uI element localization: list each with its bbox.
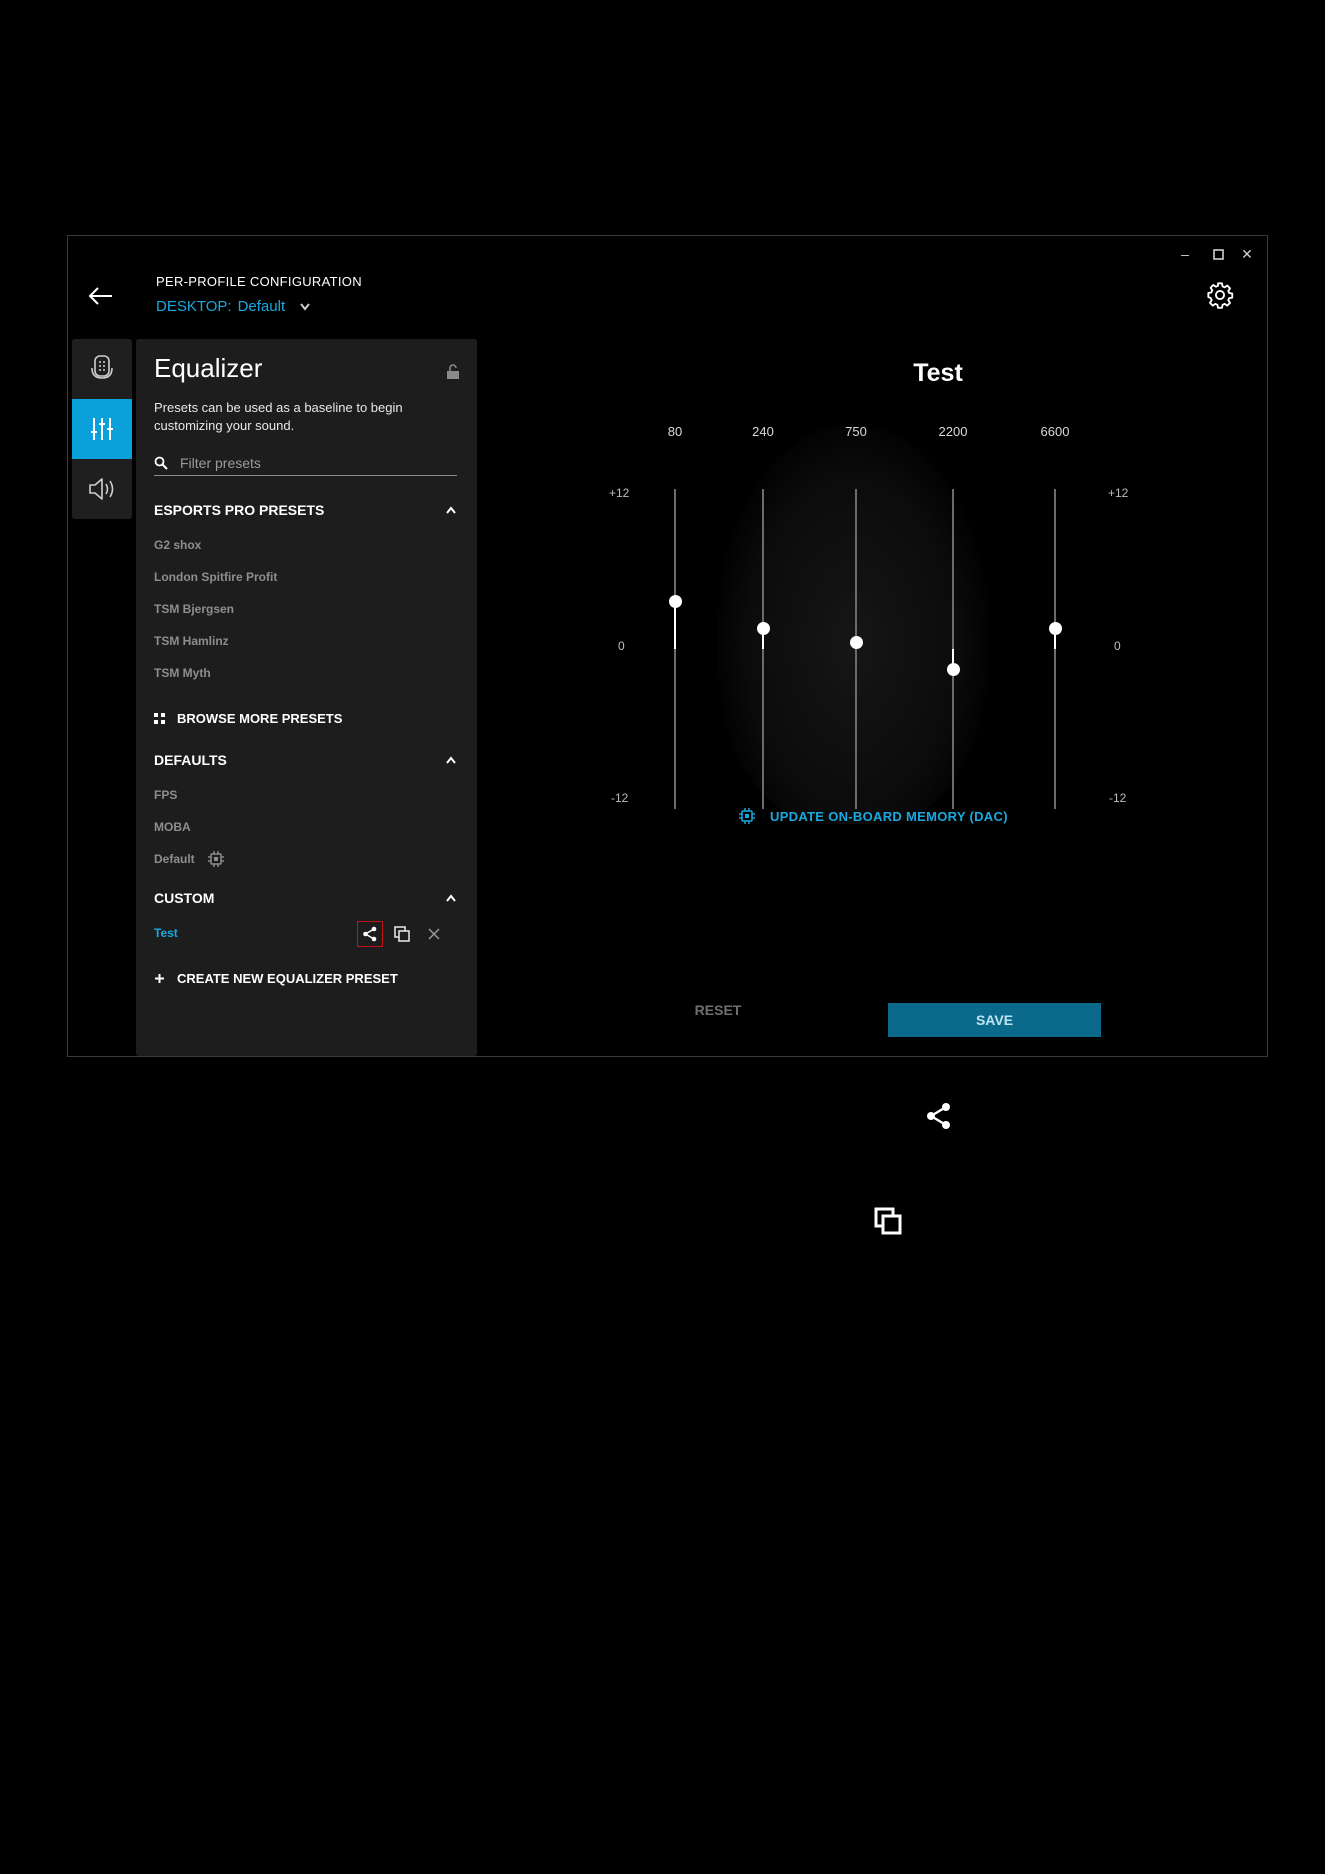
lock-button[interactable]: [446, 364, 460, 385]
plus-icon: [155, 974, 164, 983]
copy-icon: [874, 1207, 902, 1235]
section-esports-header[interactable]: ESPORTS PRO PRESETS: [154, 500, 457, 520]
preset-item[interactable]: London Spitfire Profit: [154, 570, 277, 584]
band-freq-label: 240: [752, 424, 774, 439]
update-onboard-memory-button[interactable]: UPDATE ON-BOARD MEMORY (DAC): [738, 807, 1008, 825]
preset-item-label: Default: [154, 852, 195, 866]
share-icon: [363, 926, 377, 942]
onboard-chip-icon: [739, 808, 755, 824]
section-custom-header[interactable]: CUSTOM: [154, 888, 457, 908]
band-freq-label: 2200: [938, 424, 968, 439]
close-icon: [428, 928, 440, 940]
arrow-left-icon: [88, 287, 112, 305]
preset-item-selected[interactable]: Test: [154, 926, 178, 940]
profile-prefix: DESKTOP:: [156, 298, 232, 315]
filter-presets-input[interactable]: [178, 454, 442, 472]
scale-mid-right: 0: [1114, 639, 1121, 653]
chevron-up-icon: [446, 756, 456, 764]
scale-top-left: +12: [609, 486, 630, 500]
panel-description: Presets can be used as a baseline to beg…: [154, 400, 403, 433]
section-defaults-label: DEFAULTS: [154, 752, 227, 768]
band-freq-label: 6600: [1040, 424, 1070, 439]
scale-bottom-right: -12: [1109, 791, 1127, 805]
create-preset-link[interactable]: CREATE NEW EQUALIZER PRESET: [154, 971, 398, 986]
search-icon: [154, 456, 168, 470]
share-icon-enlarged: [925, 1102, 953, 1135]
section-custom-label: CUSTOM: [154, 890, 215, 906]
onboard-chip-icon: [207, 851, 224, 867]
copy-icon-enlarged: [873, 1206, 903, 1241]
band-slider-fill: [674, 601, 676, 649]
preset-item[interactable]: FPS: [154, 788, 177, 802]
app-window: – ✕ PER-PROFILE CONFIGURATION DESKTOP: D…: [67, 235, 1268, 1057]
preset-item-default[interactable]: Default: [154, 850, 225, 868]
copy-icon: [394, 926, 410, 942]
panel-title: Equalizer: [154, 353, 263, 383]
share-button[interactable]: [357, 921, 383, 947]
unlock-icon: [447, 364, 459, 379]
band-slider-knob[interactable]: [1049, 621, 1062, 635]
preset-item[interactable]: TSM Bjergsen: [154, 602, 234, 616]
tab-microphone[interactable]: [72, 339, 132, 399]
scale-mid-left: 0: [618, 639, 625, 653]
band-slider-knob[interactable]: [757, 621, 770, 635]
settings-button[interactable]: [1206, 281, 1234, 309]
speaker-icon: [89, 478, 114, 500]
preset-item[interactable]: TSM Hamlinz: [154, 634, 229, 648]
preset-item[interactable]: G2 shox: [154, 538, 201, 552]
update-onboard-label: UPDATE ON-BOARD MEMORY (DAC): [770, 808, 1008, 824]
band-slider-track[interactable]: [1054, 489, 1056, 809]
equalizer-sliders-icon: [91, 418, 113, 440]
preset-title: Test: [913, 359, 963, 387]
profile-selector[interactable]: DESKTOP: Default: [156, 298, 311, 315]
chevron-up-icon: [446, 894, 456, 902]
tab-audio[interactable]: [72, 459, 132, 519]
chevron-up-icon: [446, 506, 456, 514]
reset-button[interactable]: RESET: [673, 1002, 763, 1018]
microphone-icon: [91, 355, 113, 379]
section-esports-label: ESPORTS PRO PRESETS: [154, 502, 325, 518]
back-button[interactable]: [86, 284, 116, 308]
share-icon: [927, 1103, 950, 1129]
page-title: PER-PROFILE CONFIGURATION: [156, 274, 362, 289]
band-slider-track[interactable]: [674, 489, 676, 809]
preset-item[interactable]: TSM Myth: [154, 666, 211, 680]
presets-panel: Equalizer Presets can be used as a basel…: [136, 339, 477, 1056]
gear-icon: [1207, 282, 1234, 309]
browse-more-label: BROWSE MORE PRESETS: [177, 711, 343, 726]
preset-item[interactable]: MOBA: [154, 820, 191, 834]
chevron-down-icon: [300, 302, 310, 311]
browse-more-presets-link[interactable]: BROWSE MORE PRESETS: [154, 711, 342, 726]
filter-presets-field: [154, 451, 457, 476]
maximize-icon: [1212, 248, 1224, 260]
tab-equalizer[interactable]: [72, 399, 132, 459]
band-slider-knob[interactable]: [669, 595, 682, 608]
grid-icon: [154, 713, 165, 724]
minimize-button[interactable]: –: [1172, 244, 1198, 264]
side-tabs: [72, 339, 132, 519]
delete-button[interactable]: [422, 922, 446, 946]
band-slider-knob[interactable]: [947, 663, 960, 676]
maximize-button[interactable]: [1205, 244, 1231, 264]
band-freq-label: 80: [667, 424, 683, 439]
close-button[interactable]: ✕: [1234, 244, 1260, 264]
preset-actions: [357, 921, 446, 947]
duplicate-button[interactable]: [390, 922, 414, 946]
band-freq-label: 750: [845, 424, 867, 439]
profile-name: Default: [237, 298, 286, 315]
scale-top-right: +12: [1108, 486, 1129, 500]
create-preset-label: CREATE NEW EQUALIZER PRESET: [177, 971, 398, 986]
section-defaults-header[interactable]: DEFAULTS: [154, 750, 457, 770]
band-slider-track[interactable]: [762, 489, 764, 809]
scale-bottom-left: -12: [611, 791, 629, 805]
save-button[interactable]: SAVE: [888, 1003, 1101, 1037]
